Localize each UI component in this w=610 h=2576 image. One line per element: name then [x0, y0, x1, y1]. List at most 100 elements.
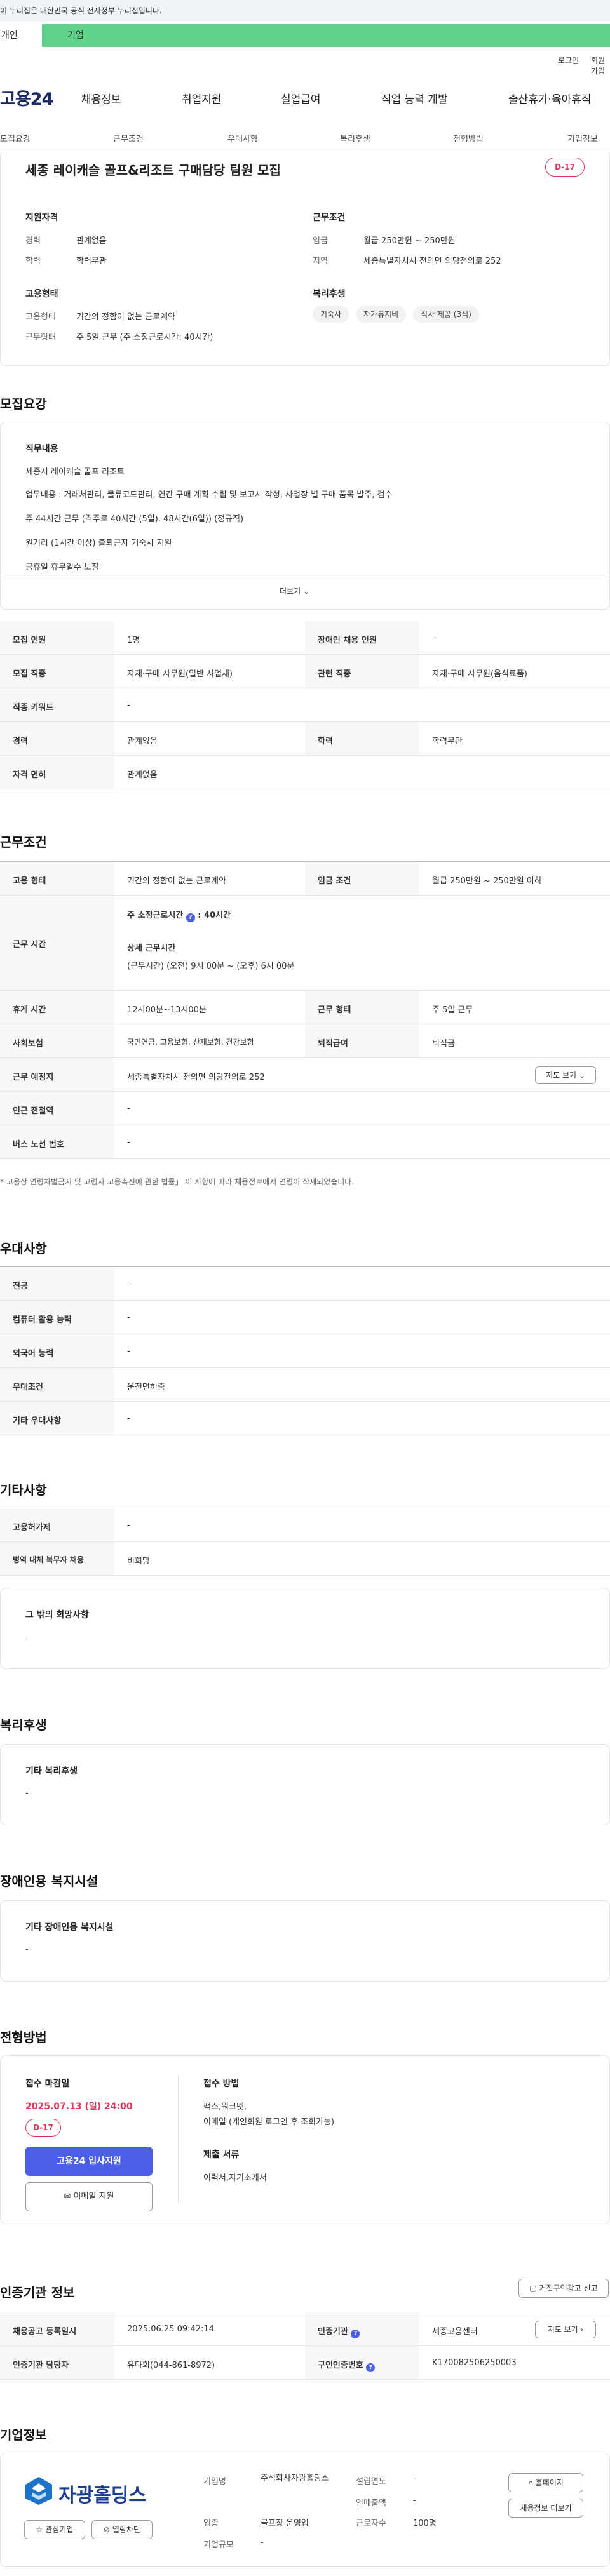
table-row: 모집 직종 자재·구매 사무원(일반 사업체) 관련 직종 자재·구매 사무원(…: [0, 655, 610, 688]
company-name-value: 주식회사자광홀딩스: [261, 2474, 329, 2483]
section-process-title: 전형방법: [0, 2030, 47, 2045]
table-row: 기타 우대사항 -: [0, 1402, 610, 1435]
report-fake-ad-button[interactable]: ▢ 거짓구인광고 신고: [518, 2279, 609, 2298]
table-row: 전공 -: [0, 1267, 610, 1301]
info-icon[interactable]: ?: [186, 913, 195, 922]
disabled-heading: 기타 장애인용 복지시설: [25, 1922, 114, 1933]
subnav-recruit[interactable]: 모집요강: [0, 132, 30, 144]
company-size-value: -: [261, 2538, 264, 2547]
apply-button[interactable]: 고용24 입사지원: [25, 2147, 152, 2176]
welfare-chip: 식사 제공 (3식): [413, 306, 479, 323]
section-company-title: 기업정보: [0, 2427, 47, 2443]
join-link[interactable]: 회원가입: [591, 55, 610, 76]
more-jobs-button[interactable]: 채용정보 더보기: [508, 2499, 583, 2518]
wage-value: 월급 250만원 ~ 250만원: [363, 236, 456, 246]
employees-label: 근로자수: [356, 2519, 386, 2528]
section-etc-title: 기타사항: [0, 1482, 47, 1498]
block-icon: ⊘: [103, 2525, 111, 2534]
table-row: 경력 관계없음 학력 학력무관: [0, 722, 610, 756]
duty-line: 주 44시간 근무 (격주로 40시간 (5일), 48시간(6일)) (정규직…: [25, 514, 244, 524]
table-row: 모집 인원 1명 장애인 채용 인원 -: [0, 621, 610, 655]
disabled-value: -: [25, 1945, 29, 1954]
table-row: 인증기관 담당자 유다희(044-861-8972) 구인인증번호 ? K170…: [0, 2346, 610, 2380]
homepage-button[interactable]: ⌂ 홈페이지: [508, 2473, 583, 2492]
login-link[interactable]: 로그인: [558, 55, 579, 65]
interest-company-button[interactable]: ☆ 관심기업: [24, 2520, 85, 2539]
gov-banner: 이 누리집은 대한민국 공식 전자정부 누리집입니다.: [0, 0, 610, 22]
table-row: 우대조건 운전면허증: [0, 1368, 610, 1402]
dday-badge: D-17: [25, 2119, 61, 2137]
gnb-employment[interactable]: 취업지원: [182, 90, 222, 106]
career-label: 경력: [25, 236, 41, 246]
company-size-label: 기업규모: [203, 2540, 234, 2550]
region-value: 세종특별자치시 전의면 의당전의로 252: [363, 257, 501, 266]
block-view-button[interactable]: ⊘ 열람차단: [92, 2520, 152, 2539]
method-value: 팩스,워크넷,: [203, 2102, 247, 2112]
table-row: 고용 형태 기간의 정함이 없는 근로계약 임금 조건 월급 250만원 ~ 2…: [0, 862, 610, 896]
job-title: 세종 레이캐슬 골프&리조트 구매담당 팀원 모집: [25, 163, 281, 178]
welfare-chip: 자가유지비: [356, 306, 407, 323]
founded-value: -: [413, 2474, 416, 2484]
table-row: 고용허가제 -: [0, 1508, 610, 1542]
gnb-training[interactable]: 직업 능력 개발: [381, 90, 448, 106]
gnb-jobs[interactable]: 채용정보: [81, 90, 121, 106]
section-conditions-title: 근무조건: [0, 835, 47, 850]
qual-heading: 지원자격: [25, 213, 58, 223]
section-agency-title: 인증기관 정보: [0, 2285, 75, 2300]
revenue-label: 연매출액: [356, 2499, 386, 2508]
subnav-process[interactable]: 전형방법: [453, 132, 484, 144]
subnav-company[interactable]: 기업정보: [567, 132, 598, 144]
docs-value: 이력서,자기소개서: [203, 2173, 267, 2183]
subnav-welfare[interactable]: 복리후생: [340, 132, 370, 144]
emptype-label: 고용형태: [25, 312, 56, 322]
table-row: 근무 예정지 세종특별자치시 전의면 의당전의로 252 지도 보기 ⌄: [0, 1058, 610, 1092]
table-row: 버스 노선 번호 -: [0, 1125, 610, 1159]
founded-label: 설립연도: [356, 2477, 386, 2486]
worktype-label: 근무형태: [25, 333, 56, 342]
subnav-conditions[interactable]: 근무조건: [113, 132, 144, 144]
tab-individual[interactable]: 개인: [0, 24, 42, 47]
industry-label: 업종: [203, 2519, 219, 2528]
table-row: 휴게 시간 12시00분~13시00분 근무 형태 주 5일 근무: [0, 991, 610, 1024]
gnb-unemployment[interactable]: 실업급여: [281, 90, 321, 106]
age-note: * 고용상 연령차별금지 및 고령자 고용촉진에 관한 법률」 이 사항에 따라…: [0, 1177, 355, 1186]
other-wish-value: -: [25, 1632, 29, 1642]
more-button[interactable]: 더보기 ⌄: [280, 586, 309, 596]
subnav-preference[interactable]: 우대사항: [227, 132, 258, 144]
industry-value: 골프장 운영업: [261, 2519, 309, 2528]
welfare-other-heading: 기타 복리후생: [25, 1766, 78, 1776]
table-row: 자격 면허 관계없음: [0, 756, 610, 789]
cond-heading: 근무조건: [313, 213, 346, 223]
table-row: 근무 시간 주 소정근로시간 ? : 40시간 상세 근무시간 (근무시간) (…: [0, 896, 610, 991]
welfare-card: [0, 1744, 610, 1825]
region-label: 지역: [313, 257, 328, 266]
gnb-parental-leave[interactable]: 출산휴가·육아휴직: [508, 90, 592, 106]
emp-heading: 고용형태: [25, 289, 58, 299]
info-icon[interactable]: ?: [366, 2363, 376, 2372]
agency-map-button[interactable]: 지도 보기 ›: [535, 2321, 596, 2338]
email-apply-button[interactable]: ✉ 이메일 지원: [25, 2182, 152, 2211]
tab-business[interactable]: 기업: [42, 24, 610, 47]
info-icon[interactable]: ?: [351, 2330, 360, 2338]
welfare-other-value: -: [25, 1788, 29, 1798]
table-row: 직종 키워드 -: [0, 688, 610, 722]
deadline-heading: 접수 마감일: [25, 2079, 70, 2089]
table-row: 병역 대체 복무자 채용 비희망: [0, 1542, 610, 1576]
deadline-date: 2025.07.13 (일) 24:00: [25, 2102, 133, 2112]
method-heading: 접수 방법: [203, 2079, 240, 2089]
employees-value: 100명: [413, 2519, 437, 2528]
site-logo[interactable]: 고용24: [0, 85, 53, 110]
section-preference-title: 우대사항: [0, 1241, 47, 1256]
chevron-down-icon: ⌄: [302, 587, 310, 596]
home-icon: ⌂: [528, 2478, 533, 2487]
career-value: 관계없음: [76, 236, 107, 246]
revenue-value: -: [413, 2496, 416, 2506]
section-welfare-title: 복리후생: [0, 1717, 47, 1733]
worktype-value: 주 5일 근무 (주 소정근로시간: 40시간): [76, 333, 214, 342]
company-logo-icon: [24, 2476, 53, 2506]
mail-icon: ✉: [64, 2192, 71, 2201]
duty-line: 공휴일 휴무일수 보장: [25, 563, 99, 572]
wage-label: 임금: [313, 236, 328, 246]
duty-line: 세종시 레이캐슬 골프 리조트: [25, 467, 125, 477]
map-view-button[interactable]: 지도 보기 ⌄: [535, 1066, 596, 1084]
